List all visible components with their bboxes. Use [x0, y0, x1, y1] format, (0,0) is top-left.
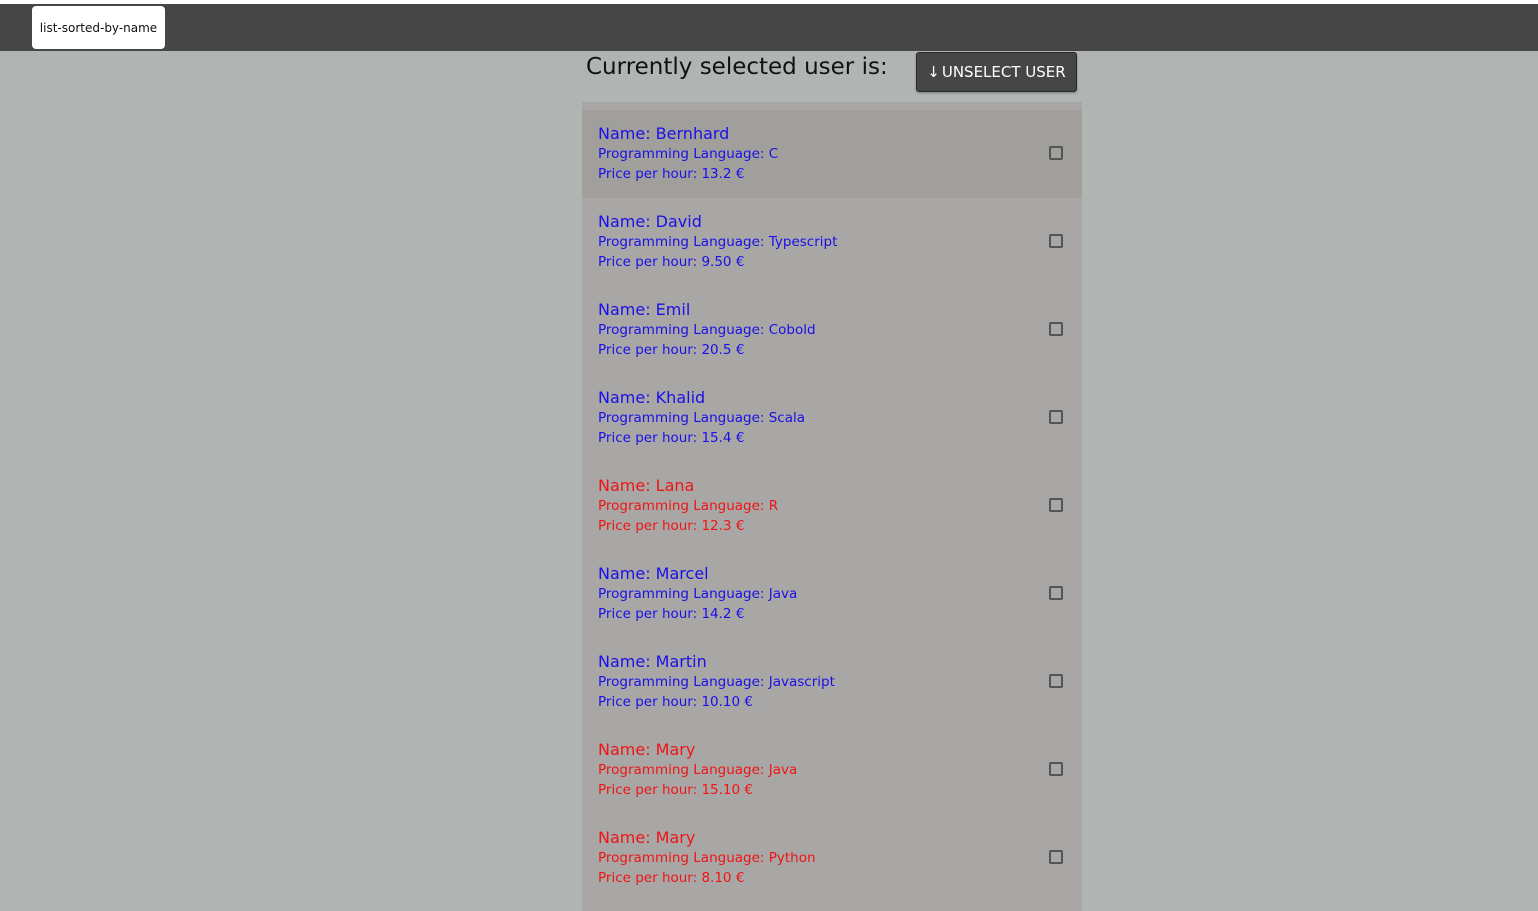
- user-language: Programming Language: Typescript: [598, 234, 838, 250]
- user-details: Name: Martin Programming Language: Javasc…: [598, 652, 835, 712]
- user-name: Name: Martin: [598, 652, 707, 671]
- user-details: Name: Emil Programming Language: Cobold Pr…: [598, 300, 816, 360]
- list-item[interactable]: Name: Khalid Programming Language: Scala P…: [582, 374, 1082, 462]
- user-details: Name: David Programming Language: Typescr…: [598, 212, 837, 272]
- user-name: Name: Marcel: [598, 564, 709, 583]
- user-language: Programming Language: Cobold: [598, 322, 816, 338]
- user-language: Programming Language: Java: [598, 762, 798, 778]
- user-name: Name: Khalid: [598, 388, 706, 407]
- page-title: Currently selected user is:: [586, 54, 888, 80]
- user-language: Programming Language: Python: [598, 850, 816, 866]
- user-price: Price per hour: 20.5 €: [598, 342, 745, 358]
- user-language: Programming Language: R: [598, 498, 779, 514]
- user-details: Name: Marcel Programming Language: Java Pr…: [598, 564, 797, 624]
- list-item[interactable]: Name: Marcel Programming Language: Java Pr…: [582, 550, 1082, 638]
- select-user-checkbox[interactable]: [1049, 762, 1063, 776]
- select-user-checkbox[interactable]: [1049, 498, 1063, 512]
- list-item[interactable]: Name: Bernhard Programming Language: C Pri…: [582, 110, 1082, 198]
- user-name: Name: David: [598, 212, 702, 231]
- user-details: Name: Mary Programming Language: Python Pr…: [598, 828, 816, 888]
- user-details: Name: Bernhard Programming Language: C Pri…: [598, 124, 778, 184]
- user-language: Programming Language: Javascript: [598, 674, 835, 690]
- user-language: Programming Language: C: [598, 146, 779, 162]
- select-user-checkbox[interactable]: [1049, 850, 1063, 864]
- list-item[interactable]: Name: Martin Programming Language: Javasc…: [582, 638, 1082, 726]
- unselect-user-label: UNSELECT USER: [941, 63, 1066, 81]
- user-language: Programming Language: Java: [598, 586, 798, 602]
- user-details: Name: Lana Programming Language: R Price p…: [598, 476, 778, 536]
- user-name: Name: Emil: [598, 300, 691, 319]
- tab-list-sorted-by-name[interactable]: list-sorted-by-name: [32, 6, 165, 49]
- user-price: Price per hour: 12.3 €: [598, 518, 745, 534]
- user-price: Price per hour: 15.4 €: [598, 430, 745, 446]
- select-user-checkbox[interactable]: [1049, 674, 1063, 688]
- list-item[interactable]: Name: Mary Programming Language: Python Pr…: [582, 814, 1082, 902]
- user-details: Name: Mary Programming Language: Java Pric…: [598, 740, 797, 800]
- user-language: Programming Language: Scala: [598, 410, 806, 426]
- select-user-checkbox[interactable]: [1049, 146, 1063, 160]
- user-price: Price per hour: 15.10 €: [598, 782, 753, 798]
- unselect-user-button[interactable]: ↓ UNSELECT USER: [916, 52, 1077, 92]
- select-user-checkbox[interactable]: [1049, 322, 1063, 336]
- user-list: Name: Bernhard Programming Language: C Pri…: [582, 102, 1082, 911]
- user-price: Price per hour: 13.2 €: [598, 166, 745, 182]
- user-price: Price per hour: 14.2 €: [598, 606, 745, 622]
- user-price: Price per hour: 9.50 €: [598, 254, 745, 270]
- user-name: Name: Lana: [598, 476, 695, 495]
- select-user-checkbox[interactable]: [1049, 234, 1063, 248]
- user-price: Price per hour: 10.10 €: [598, 694, 753, 710]
- list-item[interactable]: Name: Lana Programming Language: R Price p…: [582, 462, 1082, 550]
- arrow-down-icon: ↓: [927, 63, 940, 81]
- user-name: Name: Mary: [598, 828, 696, 847]
- user-price: Price per hour: 8.10 €: [598, 870, 745, 886]
- user-name: Name: Bernhard: [598, 124, 730, 143]
- user-details: Name: Khalid Programming Language: Scala P…: [598, 388, 805, 448]
- select-user-checkbox[interactable]: [1049, 586, 1063, 600]
- list-item[interactable]: Name: David Programming Language: Typescr…: [582, 198, 1082, 286]
- user-name: Name: Mary: [598, 740, 696, 759]
- tab-label: list-sorted-by-name: [39, 20, 158, 35]
- top-app-bar: list-sorted-by-name: [0, 4, 1538, 51]
- list-item[interactable]: Name: Mary Programming Language: Java Pric…: [582, 726, 1082, 814]
- select-user-checkbox[interactable]: [1049, 410, 1063, 424]
- list-item[interactable]: Name: Emil Programming Language: Cobold Pr…: [582, 286, 1082, 374]
